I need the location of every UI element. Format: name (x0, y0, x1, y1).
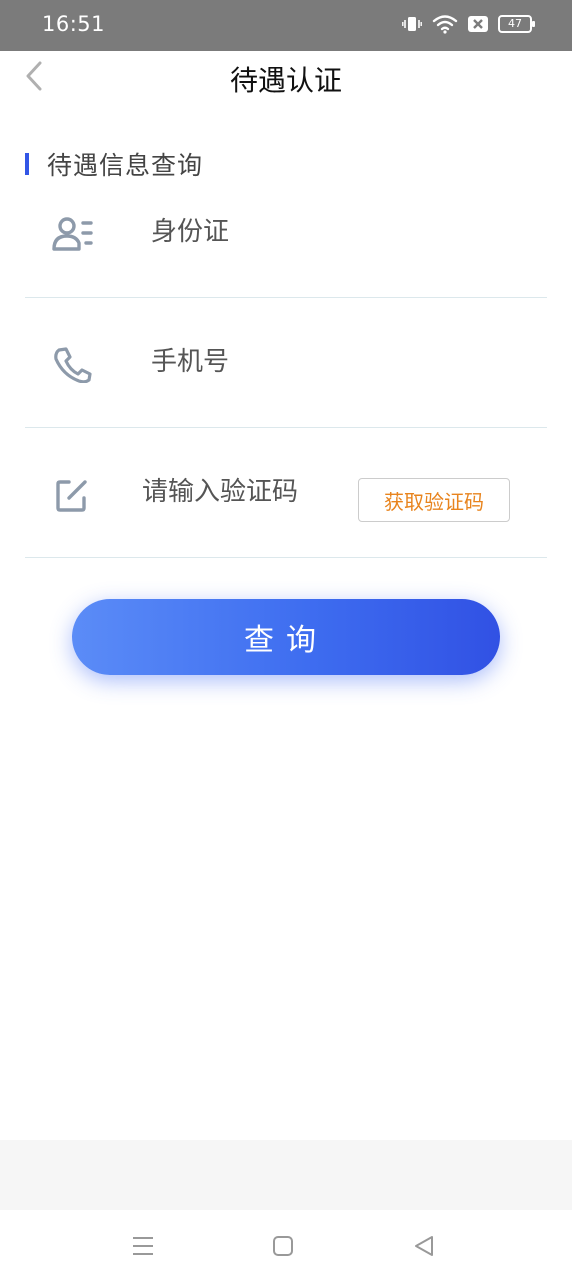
id-card-input[interactable] (151, 212, 451, 252)
get-code-button[interactable]: 获取验证码 (358, 478, 510, 522)
phone-icon (54, 347, 92, 383)
person-list-icon (52, 217, 93, 251)
wifi-icon (432, 15, 458, 34)
menu-icon[interactable] (129, 1232, 157, 1260)
query-button[interactable]: 查询 (72, 599, 500, 675)
code-input[interactable] (142, 472, 342, 512)
edit-icon (56, 480, 87, 512)
status-time: 16:51 (42, 12, 106, 36)
nav-header: 待遇认证 (0, 51, 572, 101)
system-nav-bar (0, 1210, 572, 1280)
code-row: 获取验证码 (25, 427, 547, 558)
footer-area (0, 1140, 572, 1210)
status-bar: 16:51 47 (0, 0, 572, 51)
no-sim-icon (468, 16, 488, 32)
phone-input[interactable] (151, 342, 451, 382)
phone-row (25, 297, 547, 428)
home-square-icon[interactable] (269, 1232, 297, 1260)
back-triangle-icon[interactable] (410, 1232, 438, 1260)
status-icons: 47 (402, 14, 535, 34)
id-card-row (25, 167, 547, 298)
battery-icon: 47 (498, 15, 535, 33)
page-title: 待遇认证 (229, 64, 342, 97)
vibrate-icon (402, 17, 422, 31)
